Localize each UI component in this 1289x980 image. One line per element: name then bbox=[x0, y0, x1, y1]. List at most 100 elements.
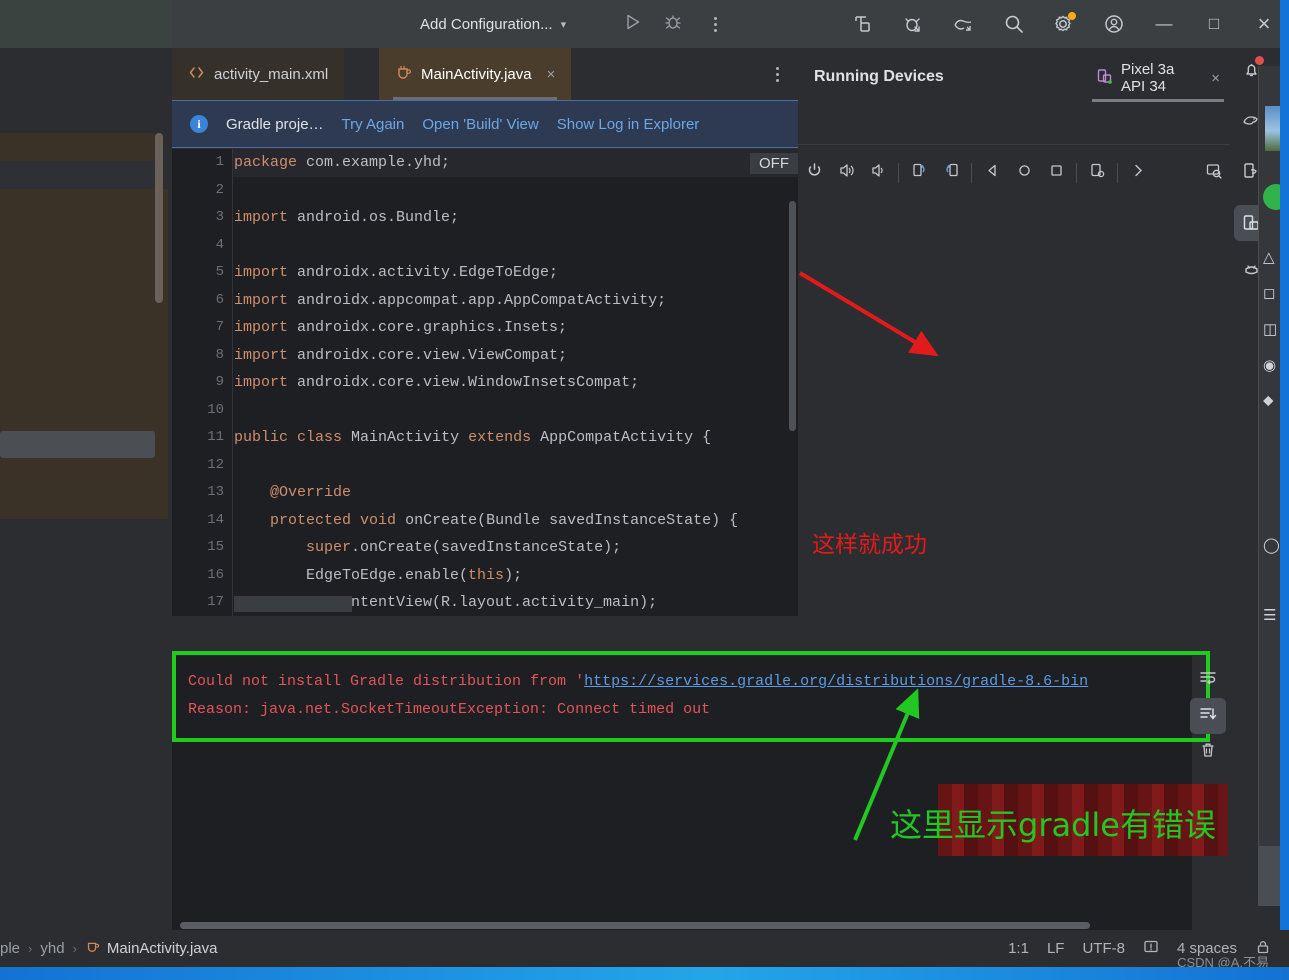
tab-overflow-button[interactable] bbox=[766, 62, 788, 86]
code-text-area[interactable]: package com.example.yhd; import android.o… bbox=[234, 149, 798, 616]
code-line[interactable]: import android.os.Bundle; bbox=[234, 209, 459, 226]
volume-up-icon bbox=[838, 162, 855, 184]
line-separator[interactable]: LF bbox=[1047, 940, 1065, 957]
show-log-in-explorer-link[interactable]: Show Log in Explorer bbox=[557, 116, 700, 133]
code-line[interactable]: protected void onCreate(Bundle savedInst… bbox=[234, 512, 738, 529]
volume-down-button[interactable] bbox=[862, 153, 894, 193]
project-tree-row[interactable] bbox=[0, 189, 168, 519]
sdk-manager-button[interactable] bbox=[889, 0, 939, 48]
code-token: protected bbox=[270, 511, 352, 529]
line-number: 12 bbox=[207, 456, 224, 473]
breadcrumb-item-0[interactable]: ple bbox=[0, 940, 20, 957]
inspections-off-badge[interactable]: OFF bbox=[750, 153, 798, 174]
close-icon[interactable]: × bbox=[1211, 70, 1220, 87]
code-line[interactable]: super.onCreate(savedInstanceState); bbox=[234, 539, 621, 556]
project-tree-row[interactable] bbox=[0, 133, 155, 161]
editor-tab-label: activity_main.xml bbox=[214, 65, 329, 83]
code-token: androidx.appcompat.app.AppCompatActivity… bbox=[288, 291, 667, 309]
power-button[interactable] bbox=[798, 153, 830, 193]
scroll-to-end-button[interactable] bbox=[1190, 698, 1226, 734]
profiler-icon bbox=[953, 13, 975, 35]
project-panel-scrollbar[interactable] bbox=[155, 133, 163, 303]
close-icon[interactable]: × bbox=[547, 66, 556, 83]
file-encoding[interactable]: UTF-8 bbox=[1082, 940, 1125, 957]
device-tab-pixel-3a[interactable]: Pixel 3a API 34 × bbox=[1086, 58, 1230, 102]
panel-title: Running Devices bbox=[814, 67, 944, 85]
code-line[interactable]: @Override bbox=[234, 484, 351, 501]
breadcrumb-item-2-wrapper[interactable]: MainActivity.java bbox=[85, 939, 218, 958]
build-console-horizontal-scrollbar[interactable] bbox=[180, 922, 1090, 929]
line-number: 14 bbox=[207, 511, 224, 528]
editor-vertical-scrollbar[interactable] bbox=[789, 201, 796, 431]
project-tree-row[interactable] bbox=[0, 161, 155, 189]
code-line[interactable]: package com.example.yhd; bbox=[234, 154, 450, 171]
inspection-icon[interactable] bbox=[1143, 939, 1159, 959]
rotate-left-button[interactable] bbox=[903, 153, 935, 193]
caret-position[interactable]: 1:1 bbox=[1008, 940, 1029, 957]
editor-gutter[interactable]: 1 2 3 4 5 6 7 8 9 10 11 12 13 14 15 16 17 bbox=[172, 149, 232, 616]
search-icon bbox=[1003, 13, 1025, 35]
minimize-button[interactable]: — bbox=[1139, 0, 1189, 48]
tab-overflow-icon-dot2 bbox=[775, 72, 779, 76]
build-panel-left-cropped: 1 errc 39 sec, 552 ms bbox=[0, 620, 172, 930]
line-number: 13 bbox=[207, 484, 224, 500]
code-line[interactable]: import androidx.activity.EdgeToEdge; bbox=[234, 264, 558, 281]
line-number: 5 bbox=[215, 264, 224, 280]
code-line[interactable]: public class MainActivity extends AppCom… bbox=[234, 429, 711, 446]
project-tree-row-selected[interactable] bbox=[0, 431, 155, 458]
code-line[interactable]: EdgeToEdge.enable(this); bbox=[234, 567, 522, 584]
soft-wrap-button[interactable] bbox=[1190, 662, 1226, 698]
code-line[interactable]: import androidx.appcompat.app.AppCompatA… bbox=[234, 292, 666, 309]
home-nav-button[interactable] bbox=[1008, 153, 1040, 193]
volume-up-button[interactable] bbox=[830, 153, 862, 193]
breadcrumb-item-1[interactable]: yhd bbox=[40, 940, 64, 957]
code-token: super bbox=[306, 539, 352, 556]
more-actions-button[interactable] bbox=[702, 11, 728, 37]
run-configuration-selector[interactable]: Add Configuration... ▾ bbox=[420, 0, 566, 48]
account-button[interactable] bbox=[1089, 0, 1139, 48]
line-number: 15 bbox=[207, 539, 224, 555]
try-again-link[interactable]: Try Again bbox=[342, 116, 405, 133]
rotate-left-icon bbox=[911, 162, 928, 184]
settings-button[interactable] bbox=[1039, 0, 1089, 48]
soft-wrap-icon bbox=[1199, 669, 1217, 692]
code-token: androidx.core.view.ViewCompat; bbox=[288, 346, 568, 364]
gradle-distribution-url[interactable]: https://services.gradle.org/distribution… bbox=[584, 673, 1088, 690]
banner-message: Gradle proje… bbox=[226, 115, 324, 133]
device-settings-button[interactable] bbox=[1198, 153, 1230, 193]
tab-overflow-icon-dot3 bbox=[775, 78, 779, 82]
editor-tab-mainactivity-java[interactable]: MainActivity.java × bbox=[379, 48, 572, 100]
breadcrumb-separator-2: › bbox=[72, 941, 77, 956]
profiler-button[interactable] bbox=[939, 0, 989, 48]
editor-tab-activity-main-xml[interactable]: activity_main.xml bbox=[172, 48, 345, 100]
xml-file-icon bbox=[188, 64, 205, 85]
maximize-button[interactable]: □ bbox=[1189, 0, 1239, 48]
line-number: 2 bbox=[215, 181, 224, 198]
status-bar: ple › yhd › MainActivity.java 1:1 LF UTF… bbox=[0, 930, 1289, 967]
debug-button[interactable] bbox=[660, 11, 686, 37]
code-line[interactable]: import androidx.core.graphics.Insets; bbox=[234, 319, 567, 336]
overview-nav-button[interactable] bbox=[1040, 153, 1072, 193]
error-text-prefix: Could not install Gradle distribution fr… bbox=[188, 673, 585, 690]
code-token: .onCreate(savedInstanceState); bbox=[351, 539, 622, 556]
rotate-right-button[interactable] bbox=[935, 153, 967, 193]
device-manager-button[interactable] bbox=[839, 0, 889, 48]
divider bbox=[798, 144, 1230, 145]
line-number: 10 bbox=[207, 401, 224, 418]
code-editor[interactable]: 1 2 3 4 5 6 7 8 9 10 11 12 13 14 15 16 17 package com.ex… bbox=[172, 149, 798, 616]
project-panel-cropped[interactable] bbox=[0, 48, 172, 620]
screenshot-icon bbox=[1089, 162, 1106, 184]
back-nav-button[interactable] bbox=[976, 153, 1008, 193]
run-button[interactable] bbox=[620, 11, 646, 37]
open-build-view-link[interactable]: Open 'Build' View bbox=[422, 116, 538, 133]
code-line[interactable]: import androidx.core.view.ViewCompat; bbox=[234, 347, 567, 364]
search-button[interactable] bbox=[989, 0, 1039, 48]
more-chevron-button[interactable] bbox=[1122, 153, 1154, 193]
java-class-icon bbox=[395, 64, 412, 85]
screenshot-button[interactable] bbox=[1081, 153, 1113, 193]
run-icon bbox=[624, 13, 642, 36]
clear-console-button[interactable] bbox=[1190, 734, 1226, 770]
device-tab-label: Pixel 3a API 34 bbox=[1121, 61, 1175, 95]
debug-icon bbox=[664, 13, 682, 36]
code-line[interactable]: import androidx.core.view.WindowInsetsCo… bbox=[234, 374, 639, 391]
